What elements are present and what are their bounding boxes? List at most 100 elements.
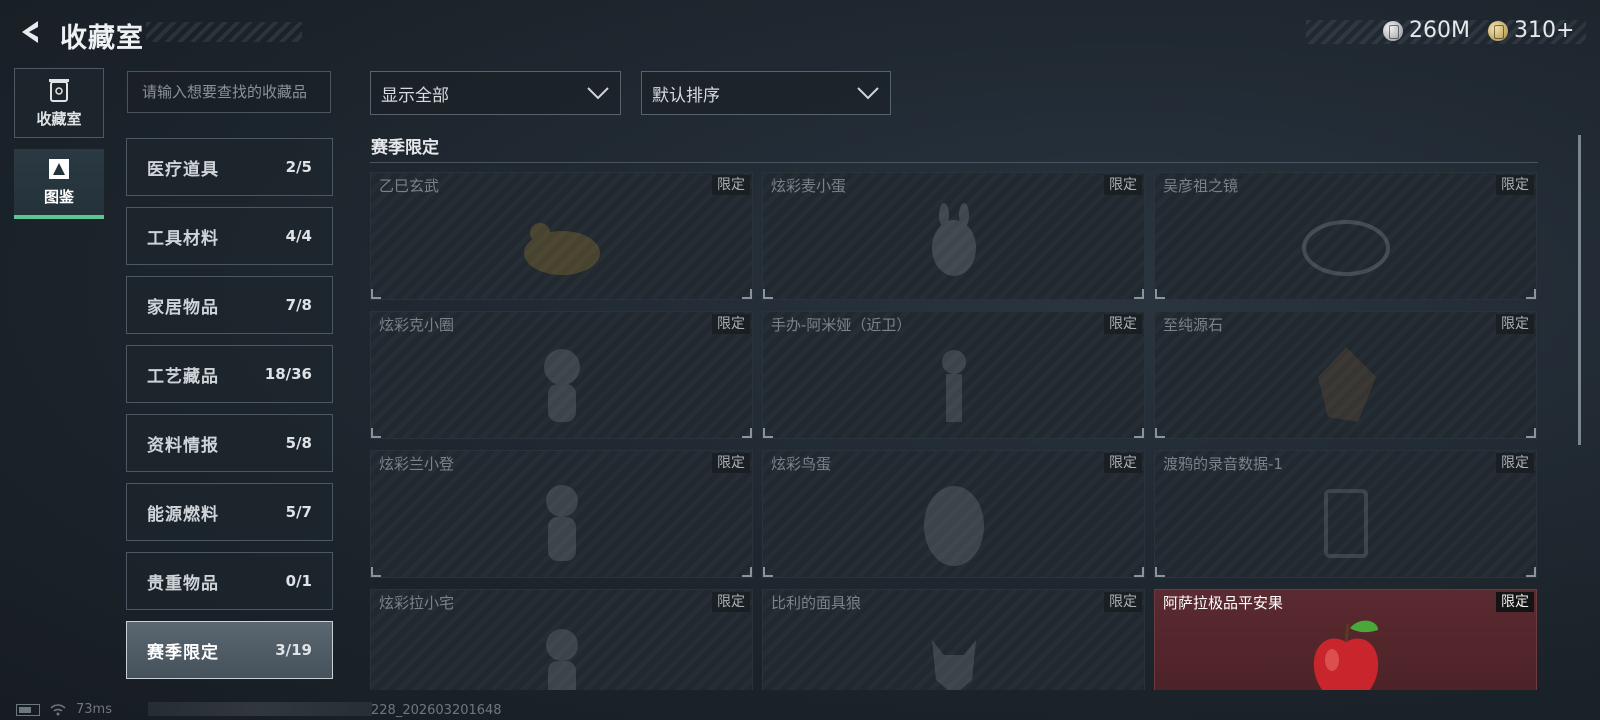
collectible-card[interactable]: 吴彦祖之镜 限定 bbox=[1154, 172, 1537, 300]
wifi-icon bbox=[50, 703, 66, 715]
ping-text: 73ms bbox=[76, 702, 112, 717]
category-valuables[interactable]: 贵重物品 0/1 bbox=[126, 552, 333, 610]
category-count: 4/4 bbox=[285, 227, 312, 245]
limited-badge: 限定 bbox=[1496, 453, 1534, 473]
collectible-name: 炫彩麦小蛋 bbox=[771, 177, 847, 195]
collectible-name: 渡鸦的录音数据-1 bbox=[1163, 455, 1283, 473]
currency-silver[interactable]: 260M bbox=[1383, 18, 1470, 43]
egg-icon bbox=[923, 486, 984, 566]
category-name: 医疗道具 bbox=[147, 159, 219, 180]
limited-badge: 限定 bbox=[712, 592, 750, 612]
collectible-name: 比利的面具狼 bbox=[771, 594, 862, 612]
display-filter-value: 显示全部 bbox=[381, 85, 449, 106]
collectible-name: 炫彩克小圈 bbox=[379, 316, 455, 334]
collectible-card[interactable]: 乙巳玄武 限定 bbox=[370, 172, 753, 300]
category-name: 家居物品 bbox=[147, 297, 219, 318]
uid-blurred bbox=[148, 702, 372, 716]
gold-amount: 310+ bbox=[1514, 18, 1575, 43]
figurine-icon bbox=[941, 350, 966, 422]
section-divider bbox=[370, 162, 1538, 163]
collectible-grid: 乙巳玄武 限定 炫彩麦小蛋 限定 吴彦祖之镜 限定 炫彩克小圈 限定 手办-阿米… bbox=[370, 172, 1570, 690]
battery-icon bbox=[16, 703, 40, 716]
category-count: 5/7 bbox=[285, 503, 312, 521]
collectible-name: 乙巳玄武 bbox=[379, 177, 440, 195]
category-count: 3/19 bbox=[275, 641, 312, 659]
chevron-down-icon bbox=[587, 87, 609, 100]
build-version: 228_202603201648 bbox=[371, 703, 502, 718]
collectible-name: 炫彩拉小宅 bbox=[379, 594, 455, 612]
limited-badge: 限定 bbox=[712, 175, 750, 195]
collectible-name: 阿萨拉极品平安果 bbox=[1163, 594, 1284, 612]
trash-can-icon bbox=[49, 79, 69, 102]
collectible-card[interactable]: 手办-阿米娅（近卫） 限定 bbox=[762, 311, 1145, 439]
nav-tab-guide[interactable]: 图鉴 bbox=[14, 149, 104, 219]
collectible-card-owned[interactable]: 阿萨拉极品平安果 限定 bbox=[1154, 589, 1537, 690]
mirror-icon bbox=[1301, 220, 1390, 276]
category-season-limited[interactable]: 赛季限定 3/19 bbox=[126, 621, 333, 679]
sort-value: 默认排序 bbox=[652, 85, 720, 106]
wolf-mask-icon bbox=[931, 640, 976, 690]
scrollbar[interactable] bbox=[1578, 135, 1581, 445]
silver-amount: 260M bbox=[1409, 18, 1470, 43]
category-intel[interactable]: 资料情报 5/8 bbox=[126, 414, 333, 472]
recorder-icon bbox=[1323, 489, 1368, 558]
search-input[interactable] bbox=[127, 71, 331, 113]
category-count: 18/36 bbox=[264, 365, 312, 383]
figure-icon bbox=[545, 629, 578, 690]
category-name: 工艺藏品 bbox=[147, 366, 219, 387]
limited-badge: 限定 bbox=[712, 453, 750, 473]
collectible-card[interactable]: 炫彩麦小蛋 限定 bbox=[762, 172, 1145, 300]
category-name: 工具材料 bbox=[147, 228, 219, 249]
display-filter-dropdown[interactable]: 显示全部 bbox=[370, 71, 621, 115]
figure-icon bbox=[543, 349, 580, 422]
category-name: 贵重物品 bbox=[147, 573, 219, 594]
limited-badge: 限定 bbox=[1104, 592, 1142, 612]
category-name: 资料情报 bbox=[147, 435, 219, 456]
limited-badge: 限定 bbox=[1104, 314, 1142, 334]
dragon-turtle-icon bbox=[523, 223, 600, 275]
category-count: 2/5 bbox=[285, 158, 312, 176]
gold-coin-icon bbox=[1488, 20, 1508, 41]
collectible-card[interactable]: 炫彩拉小宅 限定 bbox=[370, 589, 753, 690]
collectible-card[interactable]: 炫彩鸟蛋 限定 bbox=[762, 450, 1145, 578]
category-count: 5/8 bbox=[285, 434, 312, 452]
limited-badge: 限定 bbox=[1104, 175, 1142, 195]
collectible-name: 至纯源石 bbox=[1163, 316, 1224, 334]
currency-gold[interactable]: 310+ bbox=[1488, 18, 1574, 43]
category-home[interactable]: 家居物品 7/8 bbox=[126, 276, 333, 334]
section-title: 赛季限定 bbox=[371, 138, 439, 158]
category-tools[interactable]: 工具材料 4/4 bbox=[126, 207, 333, 265]
figure-icon bbox=[545, 485, 578, 561]
nav-tab-label: 收藏室 bbox=[36, 110, 82, 128]
category-name: 赛季限定 bbox=[147, 642, 219, 663]
title-decoration bbox=[146, 22, 302, 42]
egg-figure-icon bbox=[931, 203, 976, 276]
limited-badge: 限定 bbox=[712, 314, 750, 334]
collectible-card[interactable]: 炫彩兰小登 限定 bbox=[370, 450, 753, 578]
page-title: 收藏室 bbox=[60, 23, 144, 54]
category-energy[interactable]: 能源燃料 5/7 bbox=[126, 483, 333, 541]
collectible-card[interactable]: 比利的面具狼 限定 bbox=[762, 589, 1145, 690]
limited-badge: 限定 bbox=[1496, 592, 1534, 612]
category-count: 0/1 bbox=[285, 572, 312, 590]
category-medical[interactable]: 医疗道具 2/5 bbox=[126, 138, 333, 196]
crystal-icon bbox=[1317, 347, 1376, 422]
chevron-down-icon bbox=[857, 87, 879, 100]
nav-tab-collection-room[interactable]: 收藏室 bbox=[14, 68, 104, 138]
nav-tab-label: 图鉴 bbox=[43, 188, 74, 206]
silver-coin-icon bbox=[1383, 20, 1403, 41]
collectible-name: 手办-阿米娅（近卫） bbox=[771, 316, 912, 334]
status-bar: 73ms bbox=[16, 702, 112, 717]
collectible-name: 炫彩兰小登 bbox=[379, 455, 455, 473]
limited-badge: 限定 bbox=[1496, 314, 1534, 334]
collectible-card[interactable]: 至纯源石 限定 bbox=[1154, 311, 1537, 439]
limited-badge: 限定 bbox=[1496, 175, 1534, 195]
category-crafts[interactable]: 工艺藏品 18/36 bbox=[126, 345, 333, 403]
limited-badge: 限定 bbox=[1104, 453, 1142, 473]
collectible-card[interactable]: 渡鸦的录音数据-1 限定 bbox=[1154, 450, 1537, 578]
back-arrow-icon[interactable] bbox=[16, 18, 44, 46]
sort-dropdown[interactable]: 默认排序 bbox=[641, 71, 891, 115]
collectible-name: 吴彦祖之镜 bbox=[1163, 177, 1239, 195]
collectible-card[interactable]: 炫彩克小圈 限定 bbox=[370, 311, 753, 439]
apple-icon bbox=[1313, 620, 1378, 690]
